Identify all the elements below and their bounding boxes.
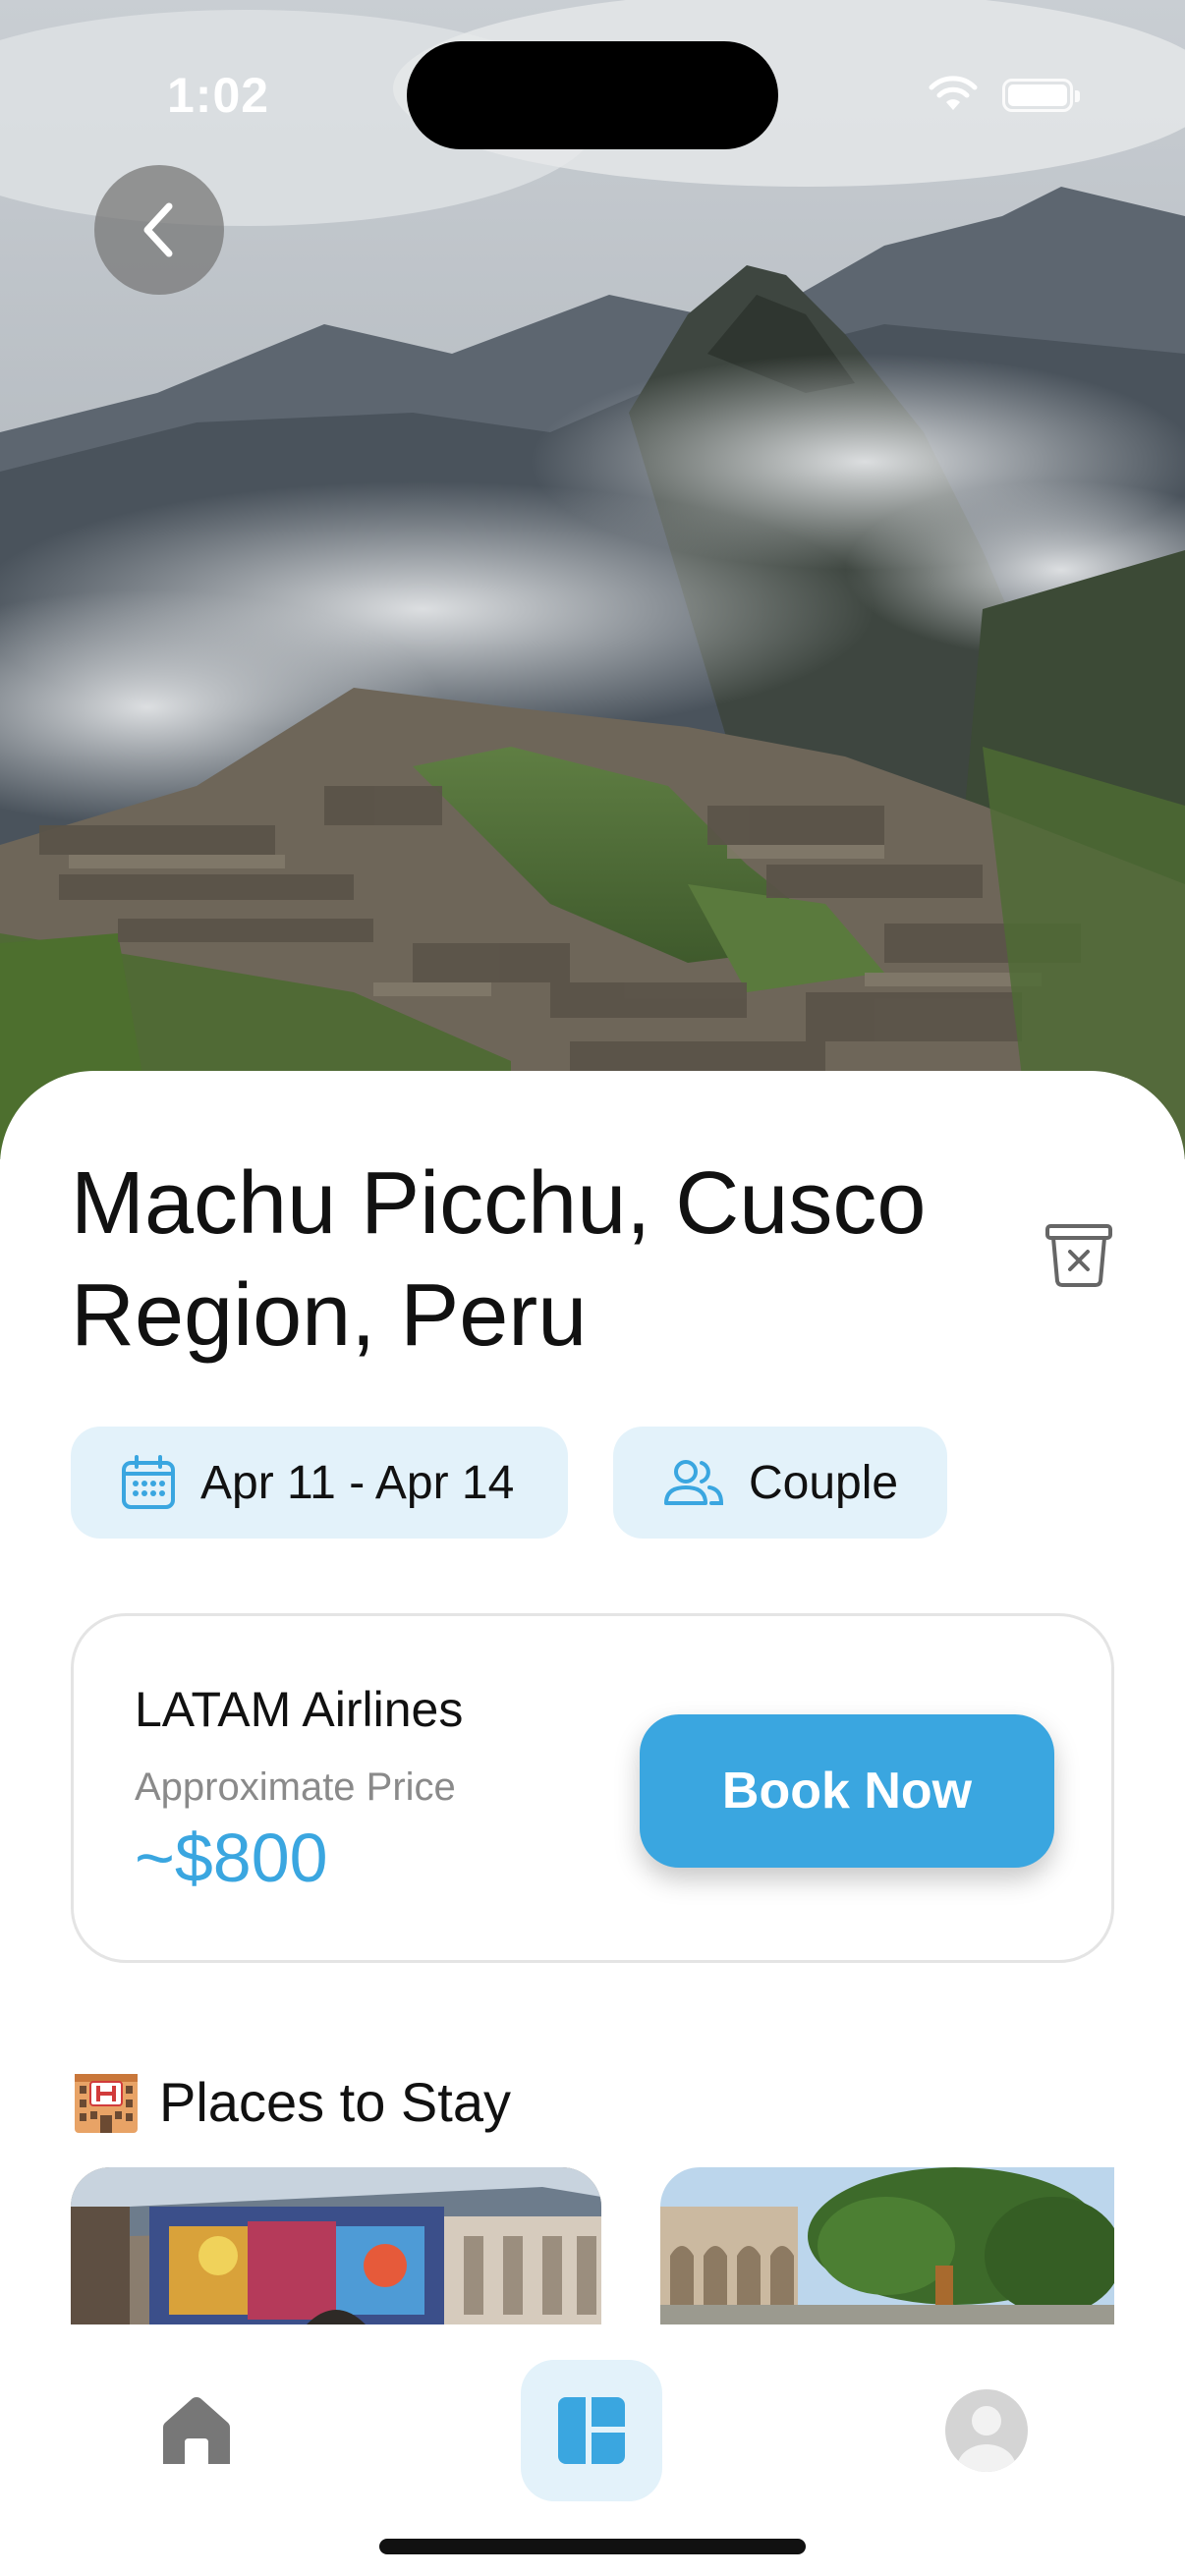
destination-title: Machu Picchu, Cusco Region, Peru — [71, 1154, 927, 1365]
places-to-stay-heading: Places to Stay — [71, 2067, 511, 2136]
tab-trips[interactable] — [521, 2360, 662, 2501]
status-time: 1:02 — [167, 68, 270, 123]
trash-icon — [1045, 1224, 1112, 1287]
travelers-chip[interactable]: Couple — [613, 1427, 947, 1539]
stay-card[interactable] — [71, 2167, 601, 2324]
back-button[interactable] — [94, 165, 224, 295]
price-label: Approximate Price — [135, 1765, 456, 1809]
flight-card: LATAM Airlines Approximate Price ~$800 B… — [71, 1613, 1114, 1963]
profile-icon — [945, 2389, 1028, 2472]
dynamic-island — [407, 41, 778, 149]
dashboard-icon — [558, 2397, 625, 2464]
trip-detail-screen: 1:02 Machu Picchu, Cusco Region, Peru Ap… — [0, 0, 1185, 2576]
hotel-emoji-icon — [71, 2068, 141, 2135]
book-now-button[interactable]: Book Now — [640, 1714, 1054, 1868]
home-indicator — [379, 2539, 806, 2554]
travelers-label: Couple — [749, 1456, 899, 1509]
battery-icon — [1002, 79, 1080, 112]
stay-photo — [71, 2167, 601, 2324]
tab-home[interactable] — [126, 2360, 267, 2501]
places-to-stay-title: Places to Stay — [159, 2070, 511, 2133]
chevron-left-icon — [143, 202, 173, 257]
delete-trip-button[interactable] — [1042, 1220, 1116, 1289]
stay-photo — [660, 2167, 1114, 2324]
people-icon — [662, 1458, 725, 1507]
wifi-icon — [929, 76, 978, 110]
calendar-icon — [120, 1454, 177, 1511]
trip-dates-label: Apr 11 - Apr 14 — [200, 1456, 515, 1509]
tab-profile[interactable] — [916, 2360, 1057, 2501]
stay-card[interactable] — [660, 2167, 1114, 2324]
price-value: ~$800 — [135, 1820, 328, 1896]
airline-name: LATAM Airlines — [135, 1682, 464, 1737]
trip-dates-chip[interactable]: Apr 11 - Apr 14 — [71, 1427, 568, 1539]
home-icon — [163, 2397, 230, 2464]
